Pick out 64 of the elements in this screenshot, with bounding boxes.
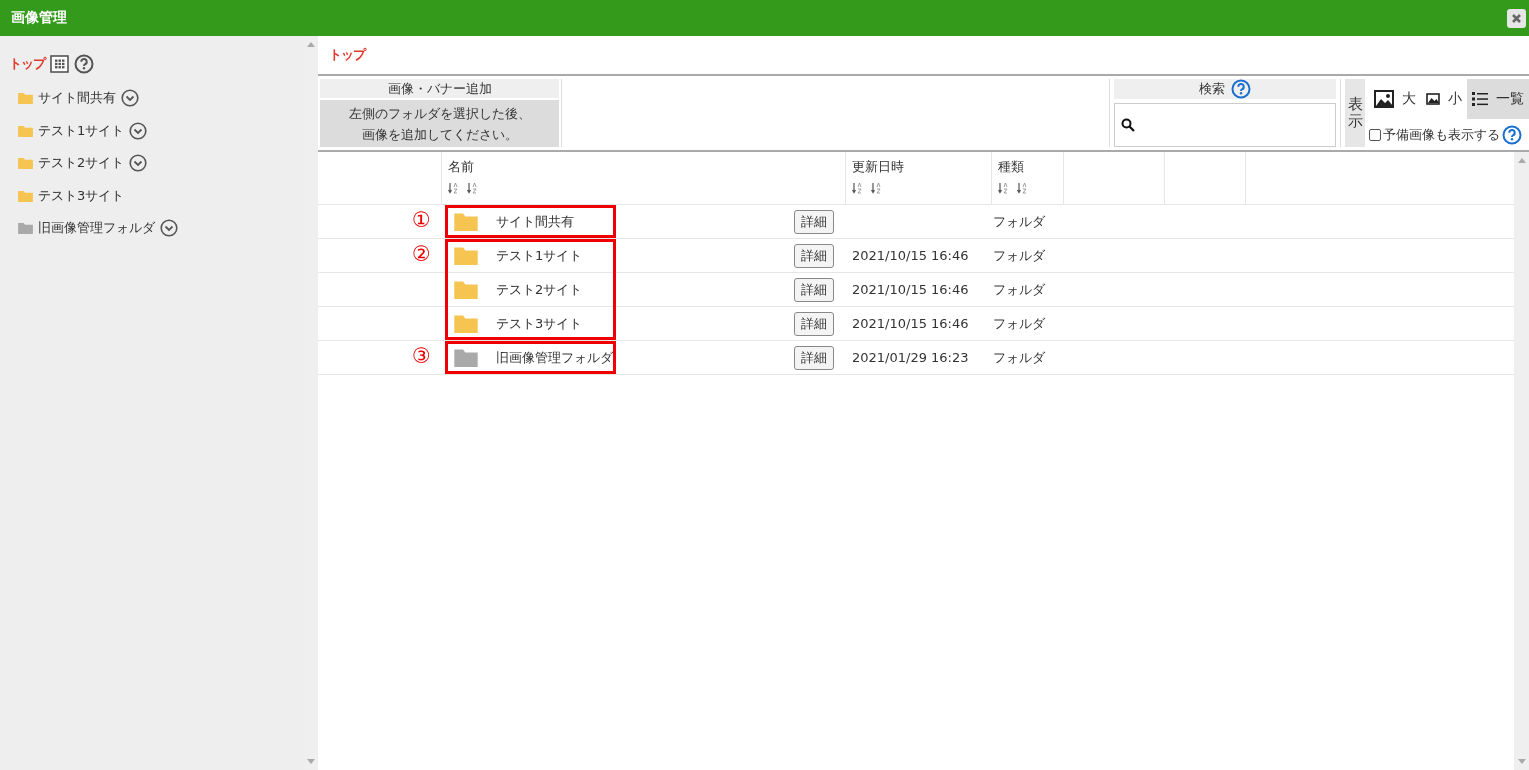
tree-item[interactable]: サイト間共有: [38, 89, 116, 108]
tree-item[interactable]: 旧画像管理フォルダ: [38, 219, 155, 238]
help-icon[interactable]: [74, 54, 94, 74]
column-header[interactable]: 更新日時: [852, 158, 991, 176]
view-option[interactable]: 一覧: [1467, 79, 1529, 119]
date-cell: 2021/10/15 16:46: [852, 248, 969, 263]
callout-number: ①: [412, 208, 431, 232]
view-option[interactable]: 大: [1369, 79, 1421, 119]
type-cell: フォルダ: [993, 213, 1045, 229]
detail-button[interactable]: 詳細: [794, 209, 834, 234]
breadcrumb-link[interactable]: トップ: [329, 46, 365, 64]
tree-item[interactable]: テスト3サイト: [38, 186, 125, 205]
type-cell: フォルダ: [993, 315, 1045, 331]
date-cell: 2021/10/15 16:46: [852, 316, 969, 331]
search-icon: [1121, 118, 1135, 132]
folder-name[interactable]: テスト2サイト: [496, 280, 794, 299]
type-cell: フォルダ: [993, 281, 1045, 297]
folder-name[interactable]: テスト3サイト: [496, 314, 794, 333]
instruction-text: 画像を追加してください。: [361, 125, 518, 144]
window-title: 画像管理: [11, 9, 67, 27]
detail-button[interactable]: 詳細: [794, 243, 834, 268]
help-icon[interactable]: [1231, 79, 1251, 99]
sort-descending-icon[interactable]: [467, 182, 479, 194]
expand-icon[interactable]: [160, 219, 178, 238]
sort-descending-icon[interactable]: [871, 182, 883, 194]
image-icon: [1426, 93, 1440, 105]
detail-button[interactable]: 詳細: [794, 345, 834, 370]
close-icon: [1511, 12, 1522, 24]
root-link[interactable]: トップ: [9, 55, 45, 73]
instruction-text: 左側のフォルダを選択した後、: [348, 104, 531, 123]
close-button[interactable]: [1507, 8, 1526, 28]
date-cell: 2021/01/29 16:23: [852, 350, 969, 365]
column-header[interactable]: 種類: [998, 158, 1063, 176]
help-icon[interactable]: [1502, 125, 1522, 145]
search-label: 検索: [1199, 80, 1225, 98]
folder-name[interactable]: テスト1サイト: [496, 246, 794, 265]
panel-title: 画像・バナー追加: [320, 79, 559, 98]
sort-ascending-icon[interactable]: [998, 182, 1010, 194]
view-option[interactable]: 小: [1421, 79, 1467, 119]
sort-ascending-icon[interactable]: [448, 182, 460, 194]
folder-name[interactable]: 旧画像管理フォルダ: [496, 348, 794, 367]
expand-icon[interactable]: [129, 154, 148, 173]
sort-descending-icon[interactable]: [1017, 182, 1029, 194]
folder-name[interactable]: サイト間共有: [496, 212, 794, 231]
column-header[interactable]: 名前: [448, 158, 845, 176]
tree-item[interactable]: テスト1サイト: [38, 121, 125, 140]
detail-button[interactable]: 詳細: [794, 311, 834, 336]
list-icon: [1472, 92, 1488, 106]
type-cell: フォルダ: [993, 349, 1045, 365]
date-cell: 2021/10/15 16:46: [852, 282, 969, 297]
tree-item[interactable]: テスト2サイト: [38, 154, 125, 173]
grid-icon[interactable]: [50, 55, 69, 73]
checkbox[interactable]: [1369, 129, 1381, 141]
search-field[interactable]: [1114, 103, 1336, 147]
sort-ascending-icon[interactable]: [852, 182, 864, 194]
checkbox-label[interactable]: 予備画像も表示する: [1383, 126, 1500, 144]
callout-number: ③: [412, 344, 431, 368]
callout-number: ②: [412, 242, 431, 266]
expand-icon[interactable]: [129, 121, 148, 140]
view-label: 表示: [1345, 79, 1365, 147]
expand-icon[interactable]: [121, 89, 139, 108]
detail-button[interactable]: 詳細: [794, 277, 834, 302]
type-cell: フォルダ: [993, 247, 1045, 263]
image-icon: [1374, 90, 1394, 108]
